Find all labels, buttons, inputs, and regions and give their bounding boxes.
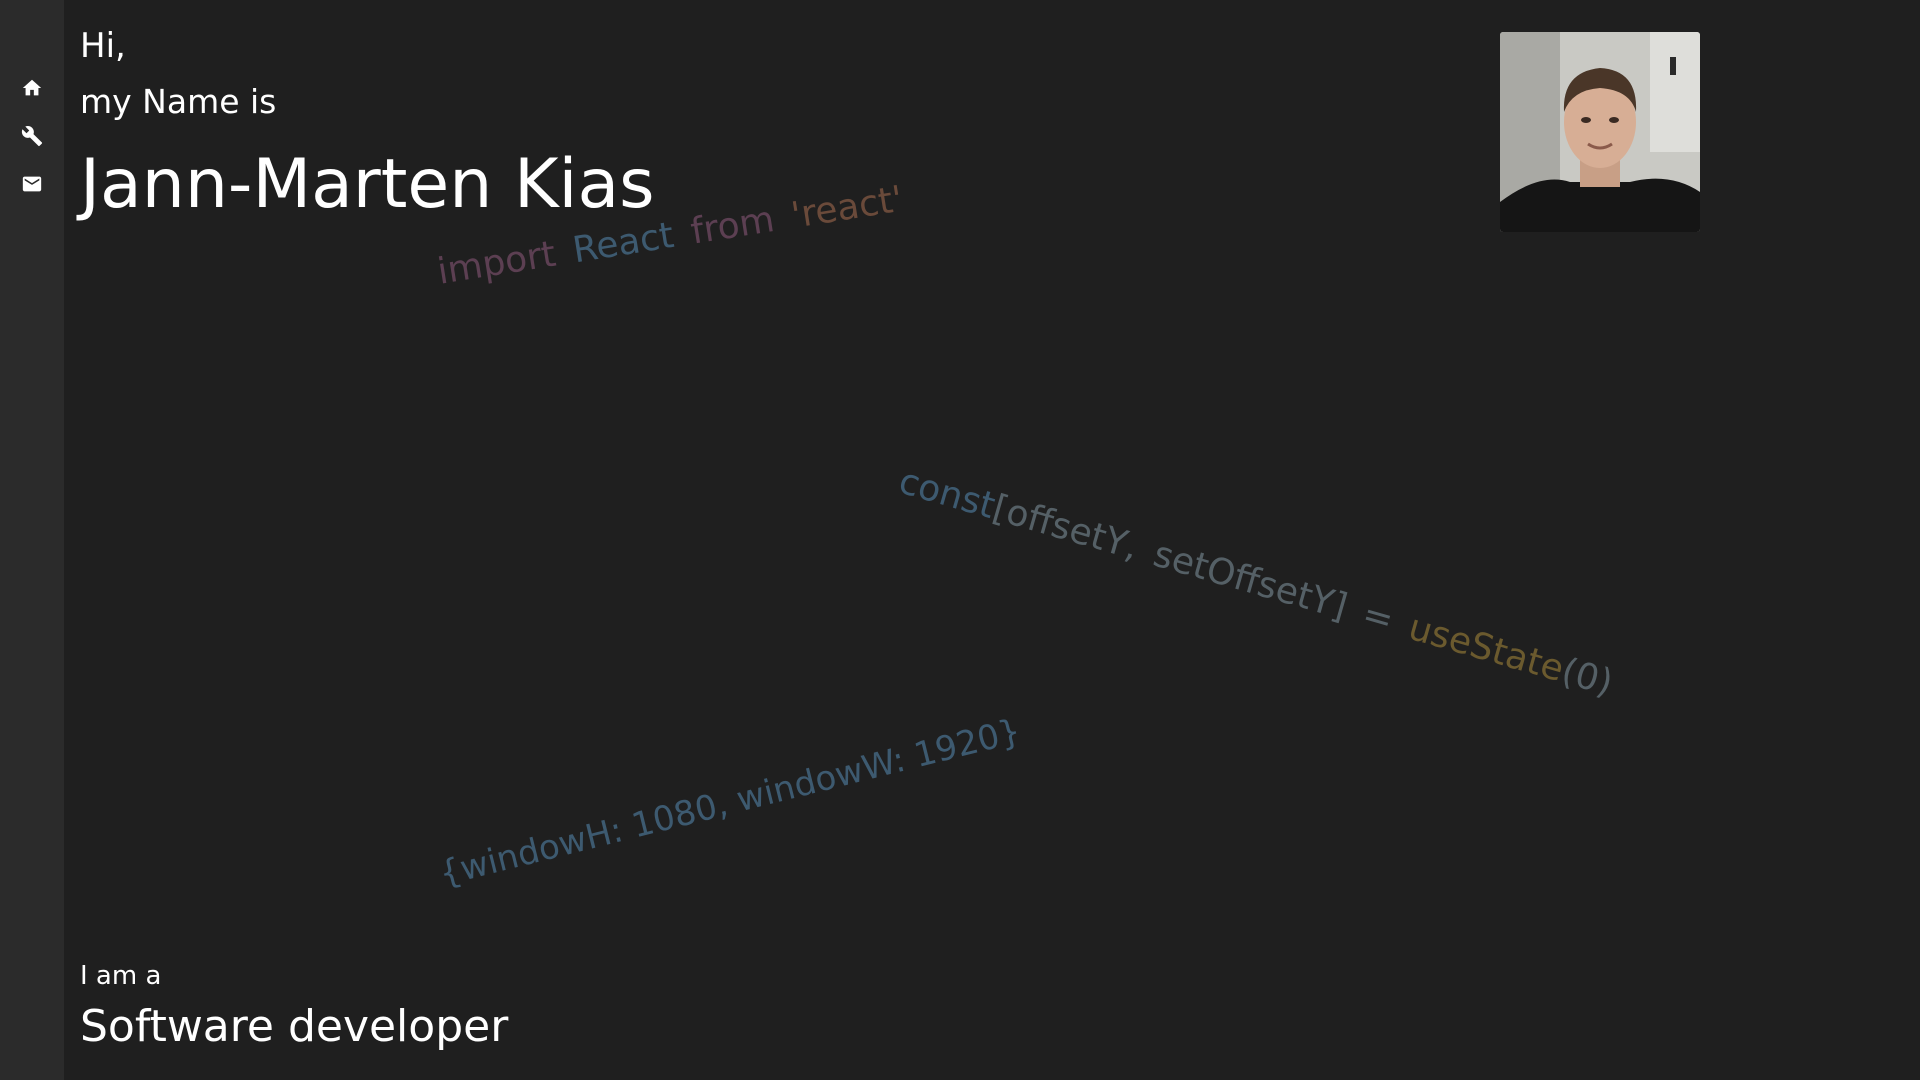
code-token: from	[688, 199, 778, 253]
code-token: (0)	[1556, 650, 1618, 705]
code-token: [offsetY,	[988, 487, 1143, 569]
nav-home-button[interactable]	[20, 76, 44, 100]
role-prefix: I am a	[80, 961, 162, 991]
greeting-text: Hi,	[80, 26, 126, 66]
code-token: const	[894, 460, 1000, 528]
code-decoration-window: {windowH: 1080, windowW: 1920}	[435, 711, 1025, 895]
role-title: Software developer	[80, 1001, 509, 1052]
code-token: import	[434, 233, 559, 293]
code-token: =	[1357, 593, 1399, 642]
code-decoration-state: const[offsetY,setOffsetY] = useState(0)	[894, 461, 1617, 704]
home-icon	[22, 79, 42, 96]
portrait-image	[1500, 32, 1700, 232]
wrench-icon	[21, 126, 43, 147]
nav-contact-button[interactable]	[20, 172, 44, 196]
code-token: setOffsetY]	[1148, 533, 1352, 629]
sidebar	[0, 0, 64, 1080]
page-title: Jann-Marten Kias	[80, 145, 655, 224]
code-token: useState	[1404, 606, 1569, 691]
code-token: 'react'	[788, 178, 906, 237]
nav-skills-button[interactable]	[20, 124, 44, 148]
intro-text: my Name is	[80, 82, 277, 121]
profile-photo	[1500, 32, 1700, 232]
mail-icon	[22, 176, 42, 192]
